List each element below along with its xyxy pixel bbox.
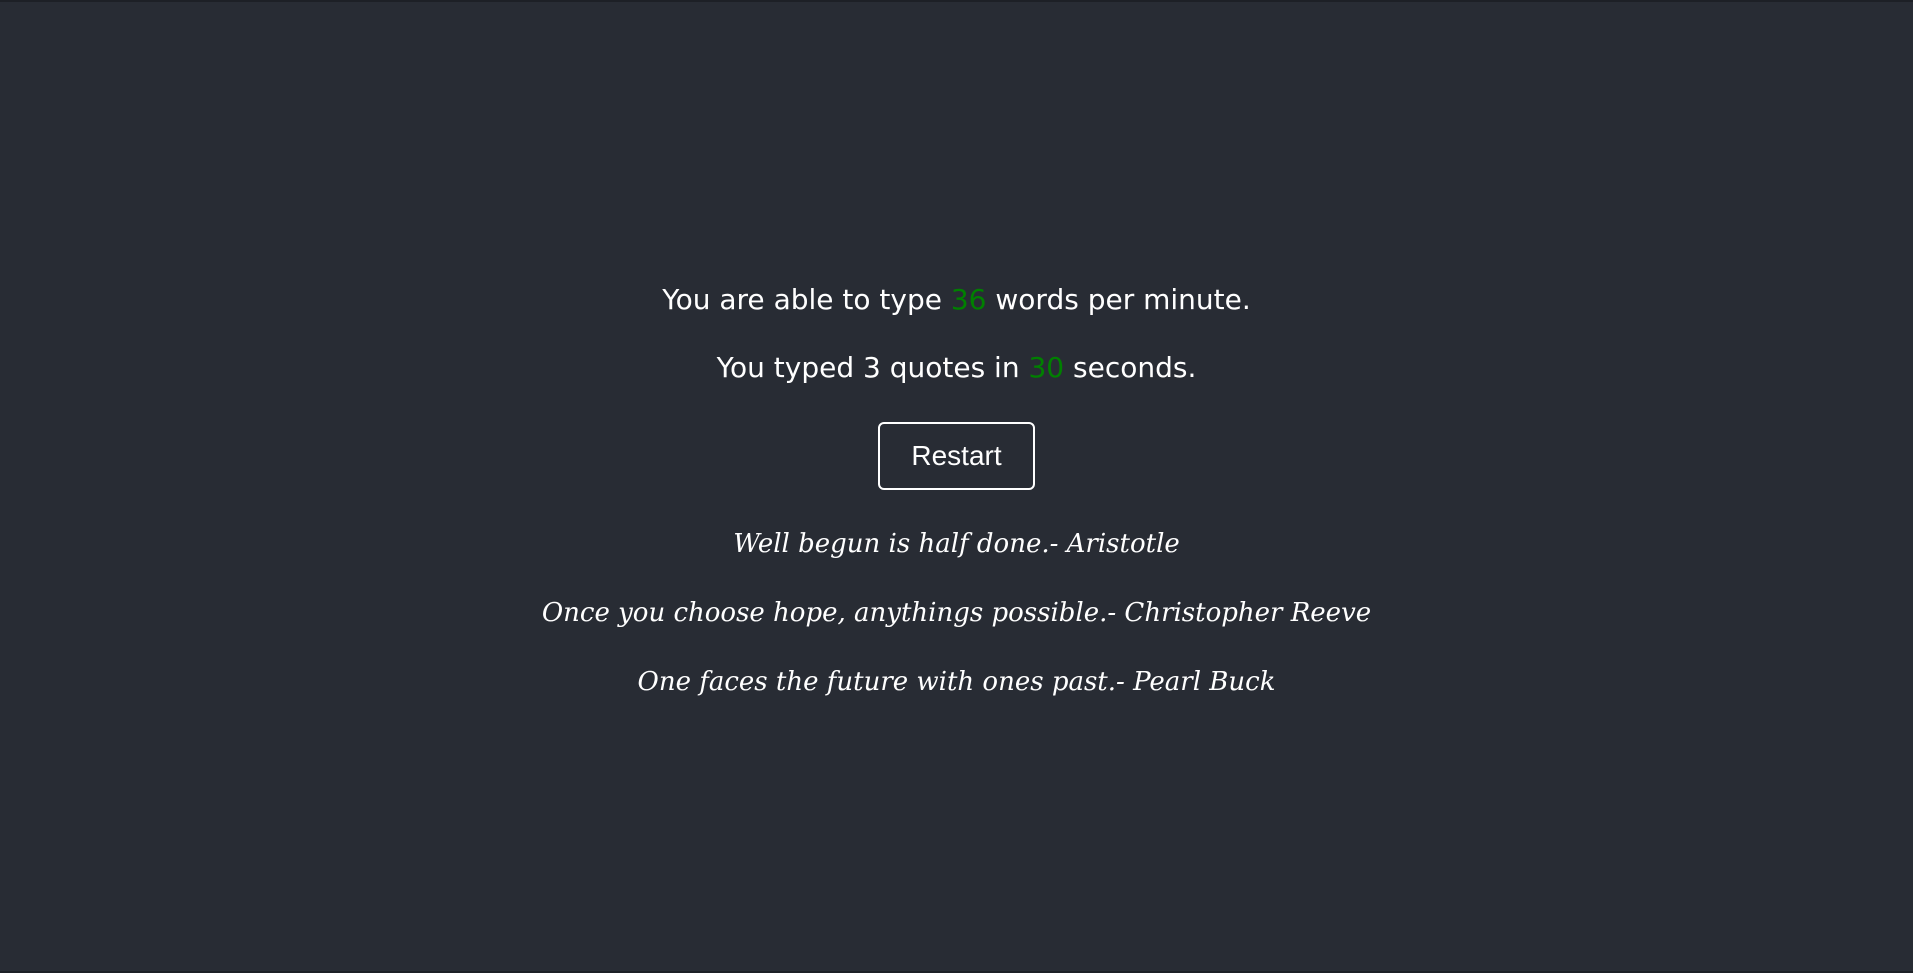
quote-text: Once you choose hope, anythings possible… [541,598,1108,628]
wpm-prefix: You are able to type [662,283,951,316]
quote-author: - Aristotle [1049,529,1180,559]
results-panel: You are able to type 36 words per minute… [0,280,1913,702]
typed-quotes-list: Well begun is half done.- Aristotle Once… [0,524,1913,702]
restart-button[interactable]: Restart [878,422,1035,490]
quotes-prefix: You typed 3 quotes in [716,351,1029,384]
quote-item: Once you choose hope, anythings possible… [0,593,1913,633]
seconds-value: 30 [1028,351,1065,384]
wpm-value: 36 [950,283,987,316]
wpm-result: You are able to type 36 words per minute… [0,280,1913,320]
wpm-suffix: words per minute. [986,283,1251,316]
quotes-suffix: seconds. [1064,351,1197,384]
quote-text: One faces the future with ones past. [637,667,1117,697]
quote-author: - Christopher Reeve [1107,598,1372,628]
quote-author: - Pearl Buck [1116,667,1276,697]
restart-container: Restart [0,422,1913,490]
quote-item: Well begun is half done.- Aristotle [0,524,1913,564]
quote-text: Well begun is half done. [733,529,1050,559]
time-result: You typed 3 quotes in 30 seconds. [0,348,1913,388]
window-top-border [0,0,1913,2]
quote-item: One faces the future with ones past.- Pe… [0,662,1913,702]
